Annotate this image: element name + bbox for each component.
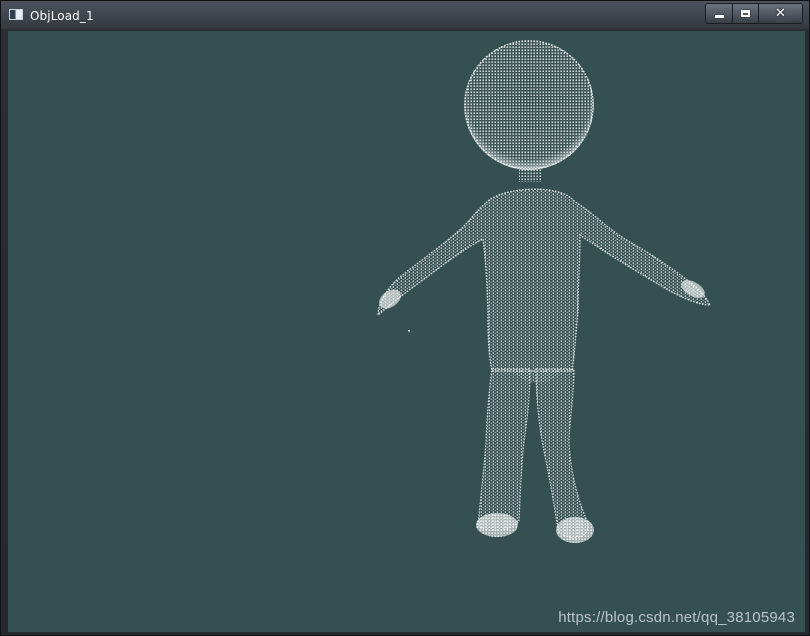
minimize-icon [714,14,724,18]
title-bar[interactable]: ObjLoad_1 ✕ [1,1,809,29]
minimize-button[interactable] [706,4,732,23]
maximize-icon [741,10,750,17]
window-title: ObjLoad_1 [30,9,94,23]
watermark-text: https://blog.csdn.net/qq_38105943 [558,609,795,626]
close-button[interactable]: ✕ [758,4,802,23]
close-icon: ✕ [775,6,786,21]
stray-point [408,330,410,332]
render-viewport[interactable] [8,31,805,632]
model-head [464,40,594,170]
viewport-background [8,31,805,632]
app-window-icon[interactable] [9,9,23,20]
window-controls: ✕ [705,3,803,24]
maximize-button[interactable] [732,4,758,23]
render-canvas[interactable] [8,31,805,632]
model-neck [519,168,541,182]
app-window: ObjLoad_1 ✕ https://blog.csdn.net/qq_381… [0,0,810,636]
